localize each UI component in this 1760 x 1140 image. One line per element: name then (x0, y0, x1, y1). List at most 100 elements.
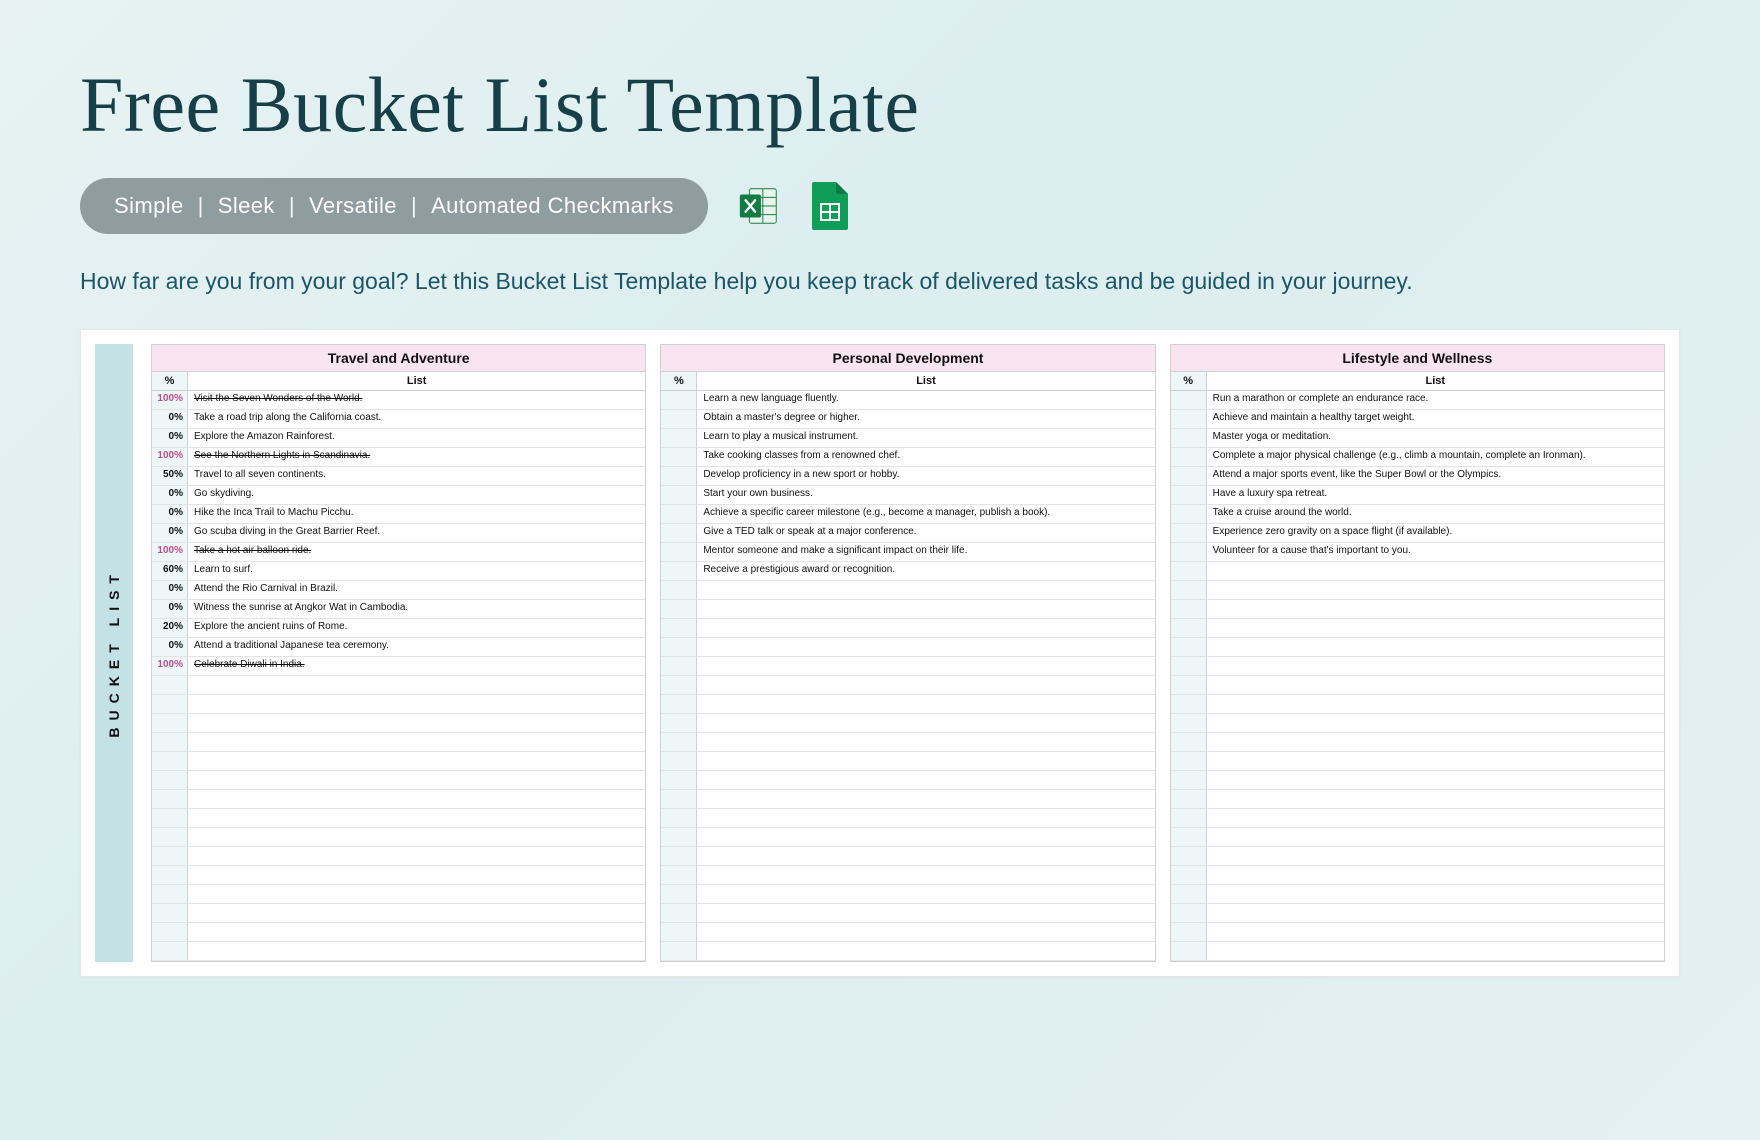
table-row: 60%Learn to surf. (152, 562, 645, 581)
table-row (1171, 733, 1664, 752)
cell-list: Experience zero gravity on a space fligh… (1207, 524, 1664, 542)
cell-list (1207, 866, 1664, 884)
cell-percent (1171, 410, 1207, 428)
cell-percent (661, 733, 697, 751)
cell-percent (152, 733, 188, 751)
cell-list (697, 695, 1154, 713)
table-row (1171, 695, 1664, 714)
cell-list (1207, 923, 1664, 941)
table-row: Start your own business. (661, 486, 1154, 505)
table-row (661, 809, 1154, 828)
cell-list: Learn to play a musical instrument. (697, 429, 1154, 447)
table-row: Run a marathon or complete an endurance … (1171, 391, 1664, 410)
cell-percent (152, 771, 188, 789)
cell-percent (661, 486, 697, 504)
table-row (152, 714, 645, 733)
cell-list (188, 904, 645, 922)
cell-percent: 0% (152, 410, 188, 428)
cell-list: Go scuba diving in the Great Barrier Ree… (188, 524, 645, 542)
table-row: 100%Visit the Seven Wonders of the World… (152, 391, 645, 410)
cell-list (188, 809, 645, 827)
table-row (152, 885, 645, 904)
table-row (152, 866, 645, 885)
cell-list (697, 638, 1154, 656)
table-row: 100%Take a hot air balloon ride. (152, 543, 645, 562)
cell-percent (661, 695, 697, 713)
table-row (152, 942, 645, 961)
cell-list: Celebrate Diwali in India. (188, 657, 645, 675)
cell-percent (1171, 562, 1207, 580)
cell-list: Obtain a master's degree or higher. (697, 410, 1154, 428)
table-row (152, 847, 645, 866)
cell-list (697, 676, 1154, 694)
cell-list (1207, 562, 1664, 580)
cell-list (1207, 695, 1664, 713)
excel-icon (736, 183, 782, 229)
cell-list: Take a hot air balloon ride. (188, 543, 645, 561)
table-row: Complete a major physical challenge (e.g… (1171, 448, 1664, 467)
table-row: 50%Travel to all seven continents. (152, 467, 645, 486)
cell-percent (1171, 752, 1207, 770)
cell-percent: 0% (152, 486, 188, 504)
table-row (661, 695, 1154, 714)
cell-percent: 20% (152, 619, 188, 637)
cell-list (697, 828, 1154, 846)
table-row: 0%Attend a traditional Japanese tea cere… (152, 638, 645, 657)
category-table: Travel and Adventure%List100%Visit the S… (151, 344, 646, 962)
cell-list (697, 752, 1154, 770)
cell-list: Hike the Inca Trail to Machu Picchu. (188, 505, 645, 523)
table-row (152, 904, 645, 923)
table-row: Volunteer for a cause that's important t… (1171, 543, 1664, 562)
table-row: 0%Witness the sunrise at Angkor Wat in C… (152, 600, 645, 619)
cell-list (188, 695, 645, 713)
table-row (661, 942, 1154, 961)
table-row (1171, 657, 1664, 676)
table-row: Have a luxury spa retreat. (1171, 486, 1664, 505)
cell-list (188, 771, 645, 789)
table-row (152, 676, 645, 695)
table-row (1171, 942, 1664, 961)
cell-percent (1171, 486, 1207, 504)
cell-percent (152, 866, 188, 884)
table-row: 0%Explore the Amazon Rainforest. (152, 429, 645, 448)
cell-list: Mentor someone and make a significant im… (697, 543, 1154, 561)
cell-list (1207, 771, 1664, 789)
cell-list (188, 885, 645, 903)
feature-pill: Simple | Sleek | Versatile | Automated C… (80, 178, 708, 234)
table-row (661, 733, 1154, 752)
cell-percent (1171, 942, 1207, 960)
rows-container: 100%Visit the Seven Wonders of the World… (152, 391, 645, 961)
cell-list (1207, 828, 1664, 846)
category-header: Lifestyle and Wellness (1171, 345, 1664, 372)
cell-list: Travel to all seven continents. (188, 467, 645, 485)
table-row: Attend a major sports event, like the Su… (1171, 467, 1664, 486)
cell-percent (661, 467, 697, 485)
table-row (1171, 752, 1664, 771)
cell-list (697, 942, 1154, 960)
table-row (661, 885, 1154, 904)
sidebar-bucket-list: BUCKET LIST (95, 344, 133, 962)
column-header-percent: % (152, 372, 188, 390)
table-row (661, 714, 1154, 733)
cell-percent (1171, 543, 1207, 561)
category-table: Personal Development%ListLearn a new lan… (660, 344, 1155, 962)
cell-percent (152, 790, 188, 808)
cell-percent (1171, 524, 1207, 542)
cell-list: Give a TED talk or speak at a major conf… (697, 524, 1154, 542)
cell-percent (661, 600, 697, 618)
cell-percent (661, 448, 697, 466)
table-row (152, 733, 645, 752)
cell-list: See the Northern Lights in Scandinavia. (188, 448, 645, 466)
cell-percent (152, 676, 188, 694)
cell-percent (1171, 904, 1207, 922)
table-row (661, 866, 1154, 885)
cell-list: Take a road trip along the California co… (188, 410, 645, 428)
table-row (661, 581, 1154, 600)
cell-percent: 60% (152, 562, 188, 580)
cell-list (697, 600, 1154, 618)
cell-list: Learn to surf. (188, 562, 645, 580)
table-row: Experience zero gravity on a space fligh… (1171, 524, 1664, 543)
table-row (661, 828, 1154, 847)
table-row: 0%Hike the Inca Trail to Machu Picchu. (152, 505, 645, 524)
cell-list (1207, 733, 1664, 751)
